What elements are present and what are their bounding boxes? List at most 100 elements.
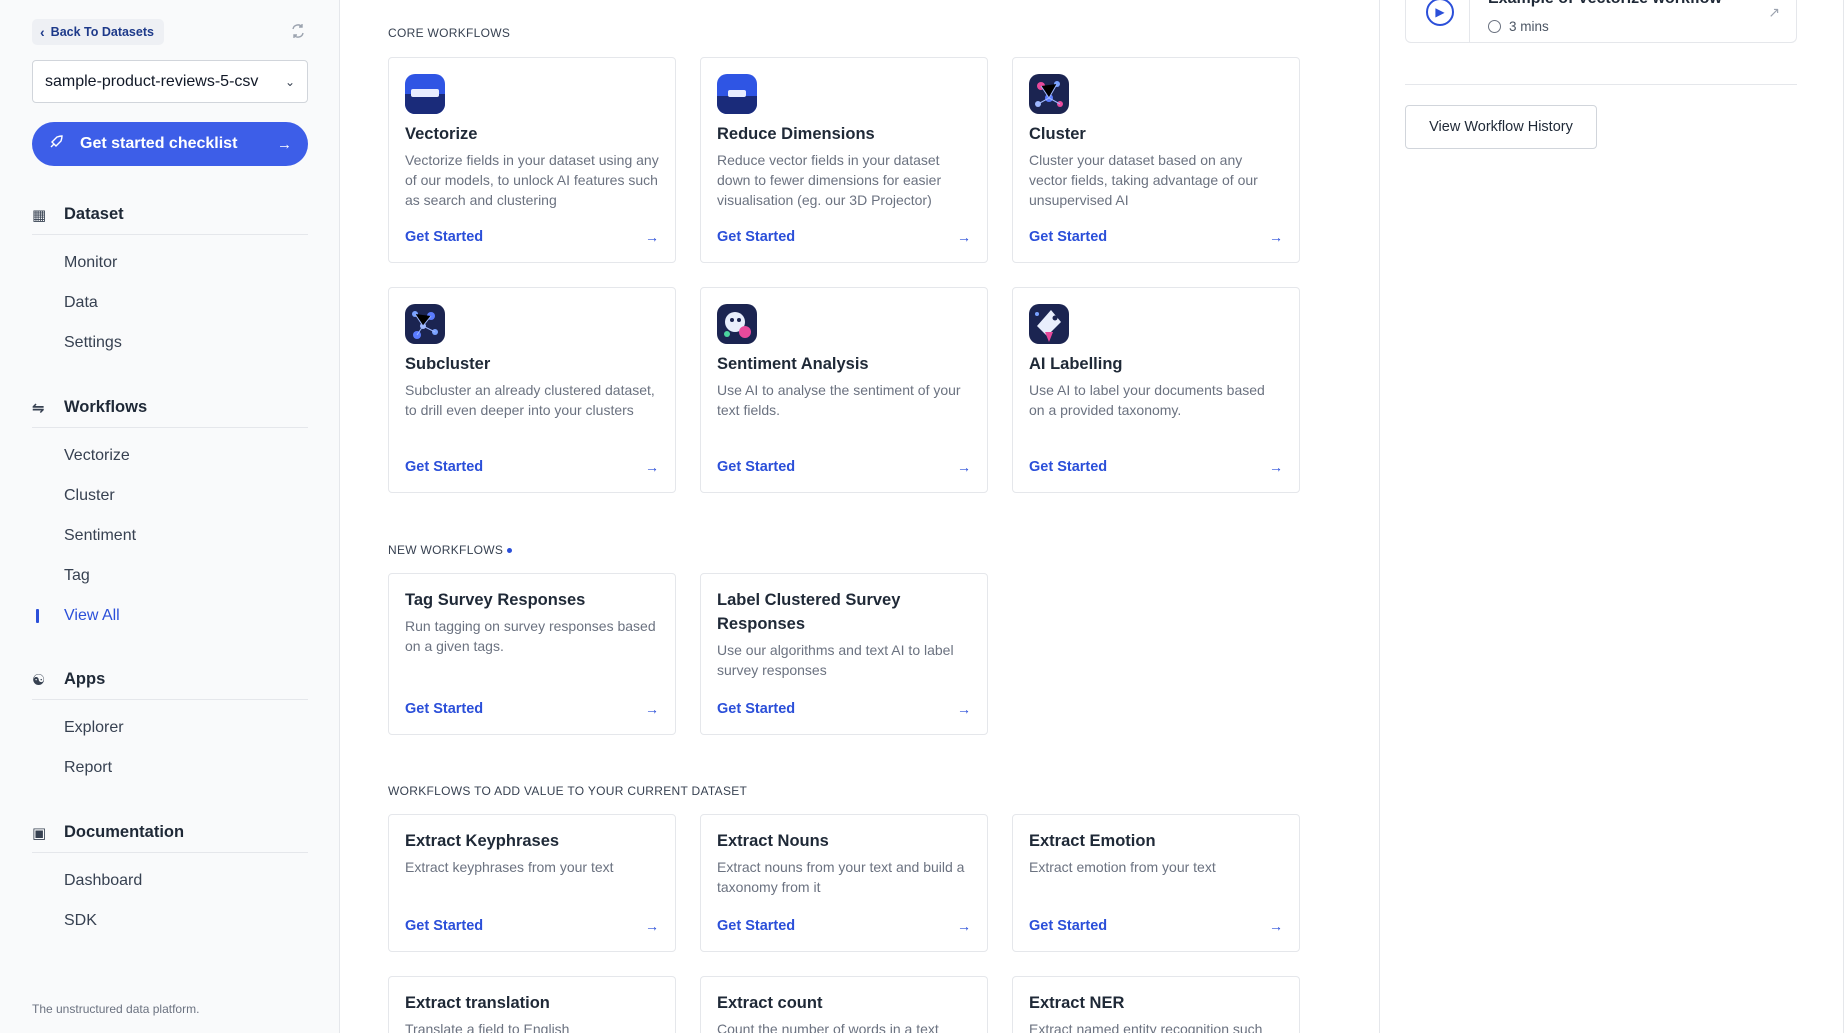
nav-heading-documentation: ▣ Documentation	[32, 813, 308, 853]
sidebar-item-tag[interactable]: Tag	[32, 556, 308, 596]
card-description: Use AI to analyse the sentiment of your …	[717, 382, 961, 418]
nav-section-documentation: ▣ Documentation Dashboard SDK	[32, 813, 308, 941]
chevron-down-icon: ⌄	[284, 74, 295, 89]
card-description: Subcluster an already clustered dataset,…	[405, 382, 655, 418]
workflow-card-reduce-dimensions[interactable]: Reduce Dimensions Reduce vector fields i…	[700, 57, 988, 263]
workflow-card-extract-count[interactable]: Extract count Count the number of words …	[700, 976, 988, 1033]
sidebar-item-monitor[interactable]: Monitor	[32, 243, 308, 283]
card-description: Cluster your dataset based on any vector…	[1029, 152, 1258, 208]
get-started-link[interactable]: Get Started →	[405, 918, 659, 934]
get-started-link[interactable]: Get Started →	[717, 701, 971, 717]
arrow-right-icon: →	[957, 918, 971, 934]
workflow-card-tag-survey-responses[interactable]: Tag Survey Responses Run tagging on surv…	[388, 573, 676, 735]
nav-section-dataset: ▦ Dataset Monitor Data Settings	[32, 195, 308, 363]
get-started-link[interactable]: Get Started →	[1029, 459, 1283, 475]
card-description: Count the number of words in a text	[717, 1021, 939, 1033]
dataset-select-value: sample-product-reviews-5-csv	[45, 72, 259, 90]
sidebar-item-sentiment[interactable]: Sentiment	[32, 516, 308, 556]
card-description: Use our algorithms and text AI to label …	[717, 642, 954, 678]
divider	[1405, 84, 1797, 85]
get-started-link[interactable]: Get Started →	[1029, 229, 1283, 245]
get-started-link[interactable]: Get Started →	[405, 459, 659, 475]
get-started-link[interactable]: Get Started →	[1029, 918, 1283, 934]
cluster-icon	[1029, 74, 1069, 114]
card-title: Extract NER	[1029, 994, 1125, 1012]
section-title-value: Workflows to add value to your current d…	[388, 784, 748, 798]
workflow-card-extract-keyphrases[interactable]: Extract Keyphrases Extract keyphrases fr…	[388, 814, 676, 952]
section-title-new: New Workflows	[388, 543, 513, 557]
sidebar-item-data[interactable]: Data	[32, 283, 308, 323]
main-content: Core Workflows Vectorize Vectorize field…	[388, 0, 1308, 1033]
nav-section-workflows: ⇋ Workflows Vectorize Cluster Sentiment …	[32, 388, 308, 636]
card-title: Extract Keyphrases	[405, 832, 560, 850]
clock-icon	[1488, 20, 1501, 33]
external-link-icon[interactable]: ↗	[1768, 4, 1780, 21]
sidebar-item-cluster[interactable]: Cluster	[32, 476, 308, 516]
video-thumbnail: ▶	[1420, 0, 1470, 42]
card-title: Extract Nouns	[717, 832, 829, 850]
workflow-card-extract-nouns[interactable]: Extract Nouns Extract nouns from your te…	[700, 814, 988, 952]
arrow-right-icon: →	[1269, 229, 1283, 245]
table-icon: ▦	[32, 206, 47, 224]
sidebar-item-dashboard[interactable]: Dashboard	[32, 861, 308, 901]
vectorize-icon	[405, 74, 445, 114]
get-started-link[interactable]: Get Started →	[717, 459, 971, 475]
sidebar-item-view-all[interactable]: View All	[32, 596, 308, 636]
sidebar-item-vectorize[interactable]: Vectorize	[32, 436, 308, 476]
get-started-link[interactable]: Get Started →	[405, 229, 659, 245]
refresh-icon[interactable]	[290, 23, 308, 41]
card-description: Extract named entity recognition such	[1029, 1021, 1263, 1033]
sidebar-item-sdk[interactable]: SDK	[32, 901, 308, 941]
card-title: Extract Emotion	[1029, 832, 1156, 850]
workflow-card-sentiment-analysis[interactable]: Sentiment Analysis Use AI to analyse the…	[700, 287, 988, 493]
workflow-card-vectorize[interactable]: Vectorize Vectorize fields in your datas…	[388, 57, 676, 263]
card-description: Extract keyphrases from your text	[405, 859, 614, 875]
arrow-right-icon: →	[645, 229, 659, 245]
workflow-card-extract-translation[interactable]: Extract translation Translate a field to…	[388, 976, 676, 1033]
arrow-right-icon: →	[645, 701, 659, 717]
sentiment-icon	[717, 304, 757, 344]
card-title: Tag Survey Responses	[405, 591, 586, 609]
dataset-select[interactable]: sample-product-reviews-5-csv ⌄	[32, 60, 308, 103]
arrow-right-icon: →	[957, 229, 971, 245]
card-title: Label Clustered Survey Responses	[717, 591, 901, 633]
workflow-card-extract-emotion[interactable]: Extract Emotion Extract emotion from you…	[1012, 814, 1300, 952]
get-started-link[interactable]: Get Started →	[405, 701, 659, 717]
sidebar-item-settings[interactable]: Settings	[32, 323, 308, 363]
view-workflow-history-button[interactable]: View Workflow History	[1405, 105, 1597, 149]
card-description: Extract nouns from your text and build a…	[717, 859, 965, 895]
workflow-card-ai-labelling[interactable]: AI Labelling Use AI to label your docume…	[1012, 287, 1300, 493]
card-title: AI Labelling	[1029, 355, 1123, 373]
back-to-datasets-button[interactable]: ‹ Back To Datasets	[32, 19, 164, 45]
workflow-card-subcluster[interactable]: Subcluster Subcluster an already cluster…	[388, 287, 676, 493]
arrow-right-icon: →	[645, 459, 659, 475]
ai-labelling-icon	[1029, 304, 1069, 344]
card-description: Use AI to label your documents based on …	[1029, 382, 1265, 418]
sidebar-item-report[interactable]: Report	[32, 748, 308, 788]
workflow-icon: ⇋	[32, 399, 45, 417]
workflow-card-label-clustered-survey-responses[interactable]: Label Clustered Survey Responses Use our…	[700, 573, 988, 735]
arrow-right-icon: →	[277, 135, 292, 153]
card-title: Reduce Dimensions	[717, 125, 875, 143]
card-title: Vectorize	[405, 125, 478, 143]
new-indicator-dot	[507, 548, 513, 554]
workflow-card-cluster[interactable]: Cluster Cluster your dataset based on an…	[1012, 57, 1300, 263]
get-started-link[interactable]: Get Started →	[717, 918, 971, 934]
arrow-right-icon: →	[1269, 918, 1283, 934]
play-icon[interactable]: ▶	[1426, 0, 1454, 26]
card-description: Vectorize fields in your dataset using a…	[405, 152, 659, 208]
arrow-right-icon: →	[957, 459, 971, 475]
get-started-checklist-label: Get started checklist	[80, 135, 238, 152]
workflow-card-extract-ner[interactable]: Extract NER Extract named entity recogni…	[1012, 976, 1300, 1033]
right-panel: ▶ Example of Vectorize workflow 3 mins ↗…	[1379, 0, 1848, 1033]
get-started-checklist-button[interactable]: Get started checklist →	[32, 122, 308, 166]
docs-icon: ▣	[32, 824, 47, 842]
get-started-link[interactable]: Get Started →	[717, 229, 971, 245]
nav-heading-apps: ☯ Apps	[32, 660, 308, 700]
sidebar-item-explorer[interactable]: Explorer	[32, 708, 308, 748]
tutorial-video-card[interactable]: ▶ Example of Vectorize workflow 3 mins ↗	[1405, 0, 1797, 43]
card-description: Extract emotion from your text	[1029, 859, 1216, 875]
apps-icon: ☯	[32, 671, 46, 689]
nav-section-apps: ☯ Apps Explorer Report	[32, 660, 308, 788]
back-to-datasets-label: Back To Datasets	[50, 25, 154, 39]
